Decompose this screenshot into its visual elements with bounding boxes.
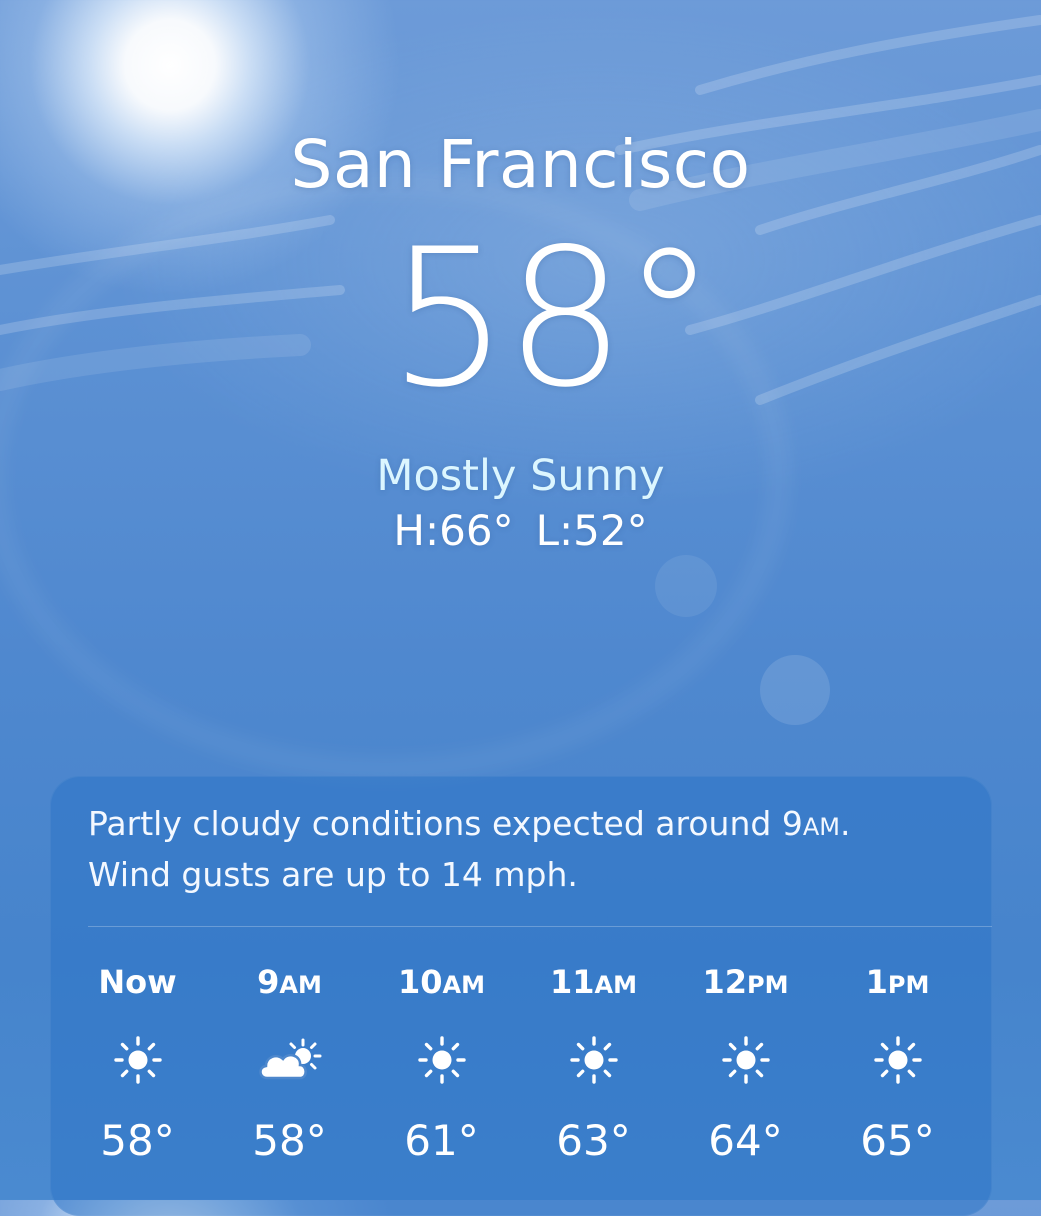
- hour-time: 9AM: [257, 963, 322, 1001]
- lens-flare: [655, 555, 717, 617]
- city-name: San Francisco: [290, 126, 751, 203]
- hour-item: 10AM 61°: [364, 962, 519, 1166]
- low-temperature: L:52°: [535, 506, 648, 555]
- current-conditions: San Francisco 58° Mostly Sunny H:66° L:52…: [0, 125, 1041, 557]
- hour-temperature: 61°: [404, 1116, 479, 1165]
- hour-temperature: 64°: [708, 1116, 783, 1165]
- hour-temperature: 65°: [860, 1116, 935, 1165]
- hour-temperature: 58°: [252, 1116, 327, 1165]
- hourly-forecast-card[interactable]: Partly cloudy conditions expected around…: [50, 776, 992, 1216]
- hour-time: Now: [98, 963, 177, 1001]
- forecast-summary: Partly cloudy conditions expected around…: [88, 800, 948, 898]
- sun-icon: [711, 1032, 781, 1088]
- hour-time: 10AM: [398, 963, 485, 1001]
- condition-label: Mostly Sunny: [376, 451, 665, 501]
- current-temperature: 58°: [388, 208, 717, 429]
- summary-line-2: Wind gusts are up to 14 mph.: [88, 855, 578, 894]
- sun-icon: [103, 1032, 173, 1088]
- sun-icon: [559, 1032, 629, 1088]
- hour-item: 9AM 58°: [212, 962, 367, 1166]
- sun-icon: [863, 1032, 933, 1088]
- high-temperature: H:66°: [393, 506, 514, 555]
- lens-flare: [760, 655, 830, 725]
- hour-temperature: 58°: [100, 1116, 175, 1165]
- sun-icon: [407, 1032, 477, 1088]
- hour-item: Now 58°: [60, 962, 215, 1166]
- hour-item: 12PM 64°: [668, 962, 823, 1166]
- hour-item: 11AM 63°: [516, 962, 671, 1166]
- hour-time: 11AM: [550, 963, 637, 1001]
- hour-time: 1PM: [865, 963, 930, 1001]
- hour-item: 1PM 65°: [820, 962, 975, 1166]
- divider: [88, 926, 992, 927]
- summary-line-1: Partly cloudy conditions expected around…: [88, 804, 851, 843]
- partly-cloudy-icon: [255, 1032, 325, 1088]
- hourly-list[interactable]: Now 58° 9AM 58° 10AM 61° 11AM 63° 12PM 6…: [60, 962, 990, 1182]
- hour-time: 12PM: [702, 963, 789, 1001]
- hour-temperature: 63°: [556, 1116, 631, 1165]
- high-low: H:66° L:52°: [0, 505, 1041, 557]
